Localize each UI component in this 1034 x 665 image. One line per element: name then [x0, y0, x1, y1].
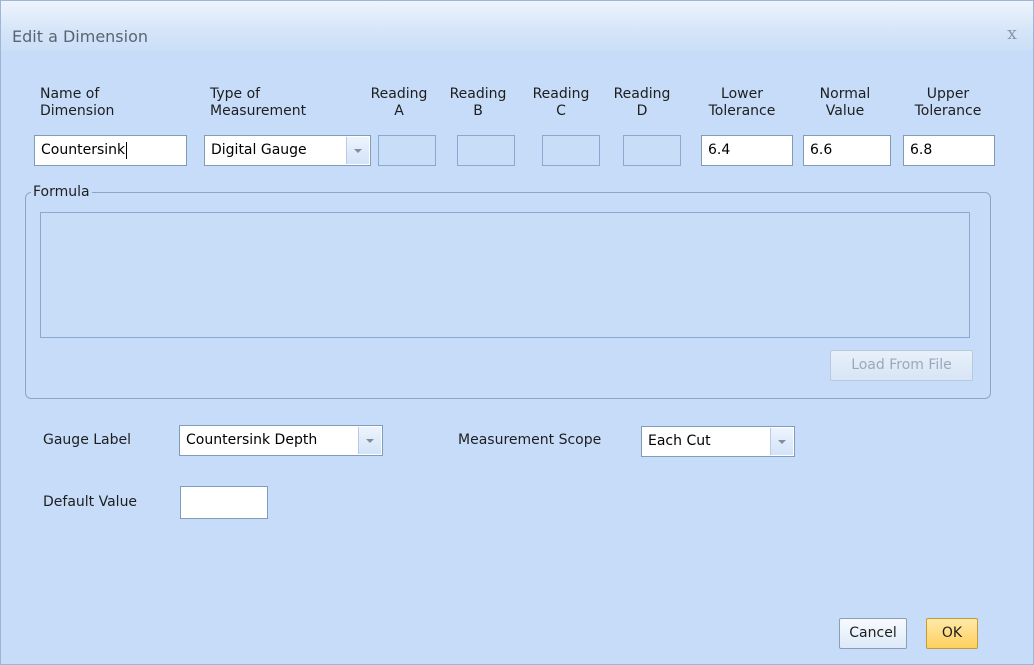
formula-group-legend: Formula [31, 184, 92, 200]
chevron-down-icon[interactable] [346, 137, 369, 164]
measurement-scope-select[interactable]: Each Cut [641, 426, 795, 457]
gauge-label-text: Gauge Label [43, 432, 132, 448]
type-of-measurement-select[interactable]: Digital Gauge [204, 135, 371, 166]
reading-a-input [378, 135, 436, 166]
header-lower-tolerance: Lower Tolerance [708, 86, 776, 119]
ok-button[interactable]: OK [926, 618, 978, 649]
header-upper-tolerance: Upper Tolerance [914, 86, 982, 119]
reading-b-input [457, 135, 515, 166]
header-reading-d: Reading D [613, 86, 671, 119]
measurement-scope-label: Measurement Scope [458, 432, 602, 448]
normal-value-input[interactable]: 6.6 [803, 135, 891, 166]
reading-c-input [542, 135, 600, 166]
upper-tolerance-input[interactable]: 6.8 [903, 135, 995, 166]
default-value-input[interactable] [180, 486, 268, 519]
formula-textarea [40, 212, 970, 338]
text-caret [126, 141, 128, 159]
chevron-down-icon[interactable] [358, 427, 381, 454]
close-icon[interactable]: x [1001, 23, 1023, 45]
header-type-of-measurement: Type of Measurement [210, 86, 307, 119]
load-from-file-button: Load From File [830, 350, 973, 381]
header-reading-a: Reading A [370, 86, 428, 119]
cancel-button[interactable]: Cancel [839, 618, 907, 649]
header-normal-value: Normal Value [819, 86, 871, 119]
edit-dimension-dialog: Edit a Dimension x Name of Dimension Typ… [0, 0, 1034, 665]
dialog-title: Edit a Dimension [12, 27, 149, 46]
gauge-label-select[interactable]: Countersink Depth [179, 425, 383, 456]
reading-d-input [623, 135, 681, 166]
header-reading-b: Reading B [449, 86, 507, 119]
title-bar[interactable]: Edit a Dimension x [1, 1, 1033, 51]
header-name-of-dimension: Name of Dimension [40, 86, 115, 119]
default-value-label: Default Value [43, 494, 138, 510]
lower-tolerance-input[interactable]: 6.4 [701, 135, 793, 166]
name-of-dimension-input[interactable]: Countersink [34, 135, 187, 166]
header-reading-c: Reading C [532, 86, 590, 119]
chevron-down-icon[interactable] [770, 428, 793, 455]
